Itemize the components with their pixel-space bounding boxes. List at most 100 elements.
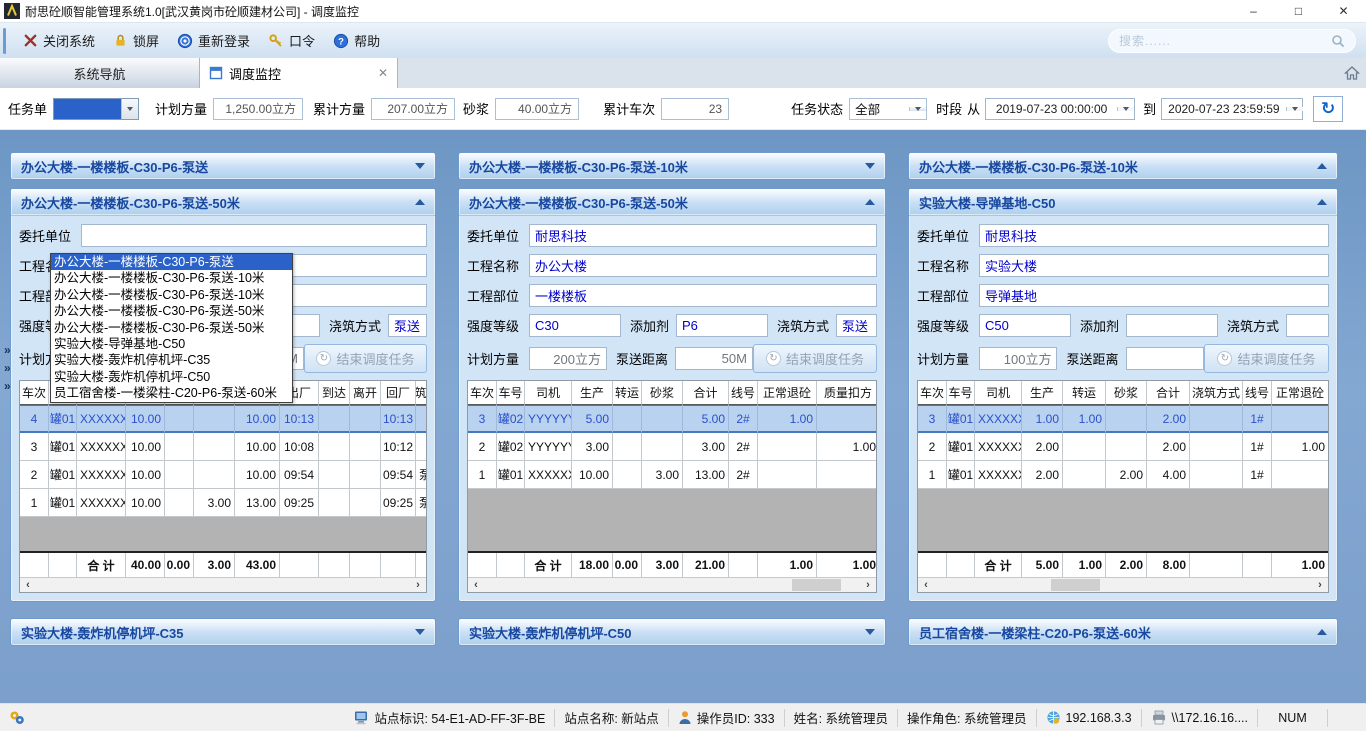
strength-grade-field[interactable]: C30 bbox=[529, 314, 621, 337]
tab-dispatch-monitor[interactable]: 调度监控 ✕ bbox=[200, 58, 398, 88]
collapse-arrow-icon[interactable] bbox=[1317, 629, 1327, 635]
project-part-field[interactable]: 导弹基地 bbox=[979, 284, 1329, 307]
help-button[interactable]: ? 帮助 bbox=[324, 27, 389, 55]
column-header[interactable]: 生产 bbox=[1022, 381, 1063, 405]
task-panel-collapsed-top[interactable]: 办公大楼-一楼楼板-C30-P6-泵送-10米 bbox=[458, 152, 886, 180]
task-dropdown-option[interactable]: 办公大楼-一楼楼板-C30-P6-泵送-10米 bbox=[51, 287, 292, 303]
table-row[interactable]: 2罐01XXXXXX2.002.001#1.00 bbox=[918, 433, 1328, 461]
column-header[interactable]: 正常退砼 bbox=[1272, 381, 1328, 405]
task-dropdown-option[interactable]: 办公大楼-一楼楼板-C30-P6-泵送-10米 bbox=[51, 270, 292, 286]
end-dispatch-task-button[interactable]: ↻结束调度任务 bbox=[1204, 344, 1329, 373]
scrollbar-track[interactable] bbox=[36, 578, 410, 592]
datetime-dropdown-button[interactable] bbox=[1286, 107, 1303, 111]
column-header[interactable]: 浇筑方式 bbox=[416, 381, 426, 405]
scroll-right-arrow[interactable]: › bbox=[860, 579, 876, 592]
task-dropdown-option[interactable]: 实验大楼-轰炸机停机坪-C50 bbox=[51, 369, 292, 385]
planned-volume-field[interactable]: 1,250.00立方 bbox=[213, 98, 303, 120]
search-box[interactable] bbox=[1108, 29, 1356, 53]
column-header[interactable]: 合计 bbox=[683, 381, 729, 405]
mortar-field[interactable]: 40.00立方 bbox=[495, 98, 579, 120]
pump-distance-field[interactable]: 50M bbox=[675, 347, 753, 370]
tab-system-nav[interactable]: 系统导航 bbox=[0, 58, 200, 88]
task-dropdown-option[interactable]: 员工宿舍楼-一楼梁柱-C20-P6-泵送-60米 bbox=[51, 385, 292, 401]
task-status-combobox[interactable]: 全部 bbox=[849, 98, 927, 120]
total-volume-field[interactable]: 207.00立方 bbox=[371, 98, 455, 120]
entrust-field[interactable]: 耐思科技 bbox=[979, 224, 1329, 247]
scrollbar-thumb[interactable] bbox=[1051, 579, 1100, 591]
combo-dropdown-button[interactable] bbox=[909, 107, 926, 111]
home-icon[interactable] bbox=[1344, 65, 1360, 81]
task-dropdown-option[interactable]: 实验大楼-导弹基地-C50 bbox=[51, 336, 292, 352]
collapse-arrow-icon[interactable] bbox=[1317, 163, 1327, 169]
task-panel-collapsed-bottom[interactable]: 员工宿舍楼-一楼梁柱-C20-P6-泵送-60米 bbox=[908, 618, 1338, 646]
column-header[interactable]: 到达 bbox=[319, 381, 350, 405]
scrollbar-track[interactable] bbox=[934, 578, 1312, 592]
column-header[interactable]: 转运 bbox=[613, 381, 642, 405]
search-input[interactable] bbox=[1119, 34, 1331, 48]
maximize-button[interactable]: □ bbox=[1276, 0, 1321, 22]
planned-volume-field[interactable]: 100立方 bbox=[979, 347, 1057, 370]
column-header[interactable]: 浇筑方式 bbox=[1190, 381, 1243, 405]
collapse-arrow-icon[interactable] bbox=[865, 163, 875, 169]
task-dropdown-option[interactable]: 办公大楼-一楼楼板-C30-P6-泵送-50米 bbox=[51, 320, 292, 336]
scroll-right-arrow[interactable]: › bbox=[1312, 579, 1328, 592]
combo-dropdown-button[interactable] bbox=[121, 99, 138, 119]
end-dispatch-task-button[interactable]: ↻结束调度任务 bbox=[753, 344, 877, 373]
end-dispatch-task-button[interactable]: ↻结束调度任务 bbox=[304, 344, 427, 373]
strength-grade-field[interactable]: C50 bbox=[979, 314, 1071, 337]
scroll-left-arrow[interactable]: ‹ bbox=[468, 579, 484, 592]
table-row[interactable]: 2罐02YYYYYY3.003.002#1.00 bbox=[468, 433, 876, 461]
task-dropdown-option[interactable]: 实验大楼-轰炸机停机坪-C35 bbox=[51, 352, 292, 368]
task-panel-collapsed-bottom[interactable]: 实验大楼-轰炸机停机坪-C50 bbox=[458, 618, 886, 646]
column-header[interactable]: 司机 bbox=[525, 381, 572, 405]
table-row[interactable]: 2罐01XXXXXX10.0010.0009:5409:54泵送 bbox=[20, 461, 426, 489]
column-header[interactable]: 质量扣方 bbox=[817, 381, 876, 405]
pump-distance-field[interactable] bbox=[1126, 347, 1204, 370]
horizontal-scrollbar[interactable]: ‹› bbox=[918, 577, 1328, 592]
project-name-field[interactable]: 办公大楼 bbox=[529, 254, 877, 277]
task-panel-collapsed-top[interactable]: 办公大楼-一楼楼板-C30-P6-泵送-10米 bbox=[908, 152, 1338, 180]
column-header[interactable]: 生产 bbox=[572, 381, 613, 405]
scroll-left-arrow[interactable]: ‹ bbox=[20, 579, 36, 592]
horizontal-scrollbar[interactable]: ‹› bbox=[468, 577, 876, 592]
close-button[interactable]: ✕ bbox=[1321, 0, 1366, 22]
column-header[interactable]: 离开 bbox=[350, 381, 381, 405]
column-header[interactable]: 砂浆 bbox=[1106, 381, 1147, 405]
collapse-arrow-icon[interactable] bbox=[415, 163, 425, 169]
column-header[interactable]: 车次 bbox=[468, 381, 497, 405]
collapse-arrow-icon[interactable] bbox=[1317, 199, 1327, 205]
from-datetime-picker[interactable]: 2019-07-23 00:00:00 bbox=[985, 98, 1135, 120]
task-panel-header[interactable]: 办公大楼-一楼楼板-C30-P6-泵送-50米 bbox=[459, 189, 885, 216]
scrollbar-track[interactable] bbox=[484, 578, 860, 592]
horizontal-scrollbar[interactable]: ‹› bbox=[20, 577, 426, 592]
table-row[interactable]: 3罐02YYYYYY5.005.002#1.00 bbox=[468, 405, 876, 433]
column-header[interactable]: 司机 bbox=[975, 381, 1022, 405]
to-datetime-picker[interactable]: 2020-07-23 23:59:59 bbox=[1161, 98, 1303, 120]
password-button[interactable]: 口令 bbox=[259, 27, 324, 55]
column-header[interactable]: 线号 bbox=[1243, 381, 1272, 405]
table-row[interactable]: 1罐01XXXXXX10.003.0013.002# bbox=[468, 461, 876, 489]
scroll-right-arrow[interactable]: › bbox=[410, 579, 426, 592]
entrust-field[interactable] bbox=[81, 224, 427, 247]
relogin-button[interactable]: 重新登录 bbox=[168, 27, 259, 55]
column-header[interactable]: 车号 bbox=[947, 381, 975, 405]
table-row[interactable]: 1罐01XXXXXX10.003.0013.0009:2509:25泵送 bbox=[20, 489, 426, 517]
entrust-field[interactable]: 耐思科技 bbox=[529, 224, 877, 247]
close-system-button[interactable]: 关闭系统 bbox=[14, 27, 104, 55]
task-panel-collapsed-top[interactable]: 办公大楼-一楼楼板-C30-P6-泵送 bbox=[10, 152, 436, 180]
task-dropdown-option[interactable]: 办公大楼-一楼楼板-C30-P6-泵送 bbox=[51, 254, 292, 270]
table-row[interactable]: 3罐01XXXXXX1.001.002.001# bbox=[918, 405, 1328, 433]
total-trips-field[interactable]: 23 bbox=[661, 98, 729, 120]
table-row[interactable]: 1罐01XXXXXX2.002.004.001# bbox=[918, 461, 1328, 489]
task-order-combobox[interactable] bbox=[53, 98, 139, 120]
pouring-method-field[interactable] bbox=[1286, 314, 1329, 337]
column-header[interactable]: 回厂 bbox=[381, 381, 416, 405]
additive-field[interactable] bbox=[1126, 314, 1218, 337]
search-icon[interactable] bbox=[1331, 34, 1345, 48]
tab-close-icon[interactable]: ✕ bbox=[378, 66, 388, 80]
column-header[interactable]: 合计 bbox=[1147, 381, 1190, 405]
pouring-method-field[interactable]: 泵送 bbox=[836, 314, 877, 337]
planned-volume-field[interactable]: 200立方 bbox=[529, 347, 607, 370]
column-header[interactable]: 线号 bbox=[729, 381, 758, 405]
task-panel-collapsed-bottom[interactable]: 实验大楼-轰炸机停机坪-C35 bbox=[10, 618, 436, 646]
